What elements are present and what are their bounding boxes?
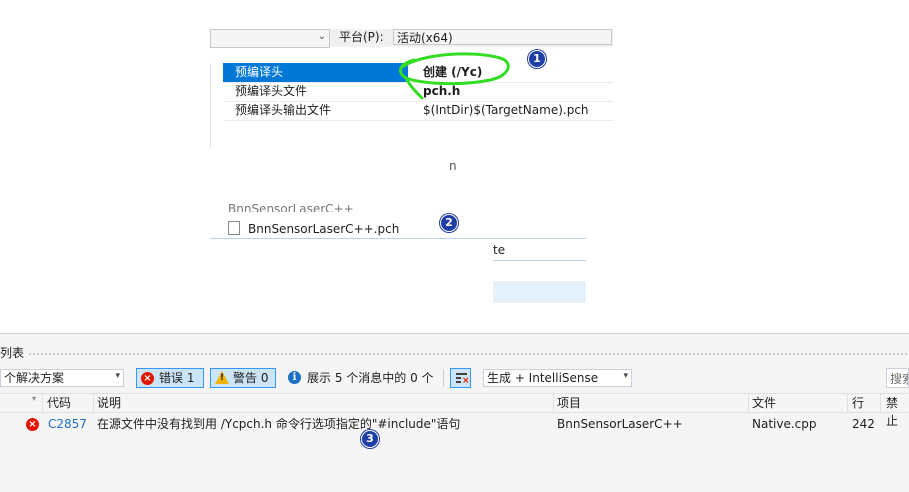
info-icon[interactable]: i bbox=[288, 371, 301, 384]
filter-glyph: ▾ bbox=[32, 394, 37, 403]
error-file: Native.cpp bbox=[752, 417, 817, 431]
errors-count-label: 错误 1 bbox=[159, 371, 195, 385]
filter-button[interactable]: × bbox=[450, 368, 471, 388]
file-item-pch[interactable]: BnnSensorLaserC++.pch bbox=[228, 220, 399, 238]
divider bbox=[493, 260, 586, 261]
column-code[interactable]: 代码 bbox=[47, 394, 71, 412]
chevron-down-icon: ⌄ bbox=[317, 31, 326, 42]
scope-value: 个解决方案 bbox=[4, 371, 65, 385]
file-item-partial: BnnSensorLaserC++ bbox=[228, 202, 354, 212]
table-row[interactable]: × C2857 在源文件中没有找到用 /Ycpch.h 命令行选项指定的"#in… bbox=[0, 414, 909, 434]
build-source-value: 生成 + IntelliSense bbox=[487, 371, 599, 385]
error-grid-header: ▾ 代码 说明 项目 文件 行 禁止 bbox=[0, 393, 909, 428]
step-marker-1: 1 bbox=[528, 50, 546, 68]
search-input[interactable]: 搜索 bbox=[886, 368, 909, 388]
property-row-precompiled-header-output[interactable]: 预编译头输出文件 $(IntDir)$(TargetName).pch bbox=[223, 101, 614, 121]
warnings-filter-button[interactable]: ! 警告 0 bbox=[210, 368, 276, 388]
errors-filter-button[interactable]: × 错误 1 bbox=[136, 368, 204, 388]
filter-icon bbox=[456, 373, 467, 375]
chevron-down-icon: ▾ bbox=[115, 371, 120, 381]
platform-combo[interactable]: 活动(x64) bbox=[393, 29, 612, 45]
panel-grip bbox=[28, 352, 909, 356]
platform-label: 平台(P): bbox=[339, 30, 384, 44]
annotation-circle bbox=[398, 52, 510, 100]
panel-border bbox=[0, 333, 909, 334]
step-marker-2: 2 bbox=[440, 214, 458, 232]
toolbar-separator bbox=[443, 369, 444, 387]
error-project: BnnSensorLaserC++ bbox=[557, 417, 683, 431]
error-line: 242 bbox=[852, 417, 875, 431]
error-description: 在源文件中没有找到用 /Ycpch.h 命令行选项指定的"#include"语句 bbox=[97, 417, 461, 431]
property-name: 预编译头文件 bbox=[235, 84, 308, 98]
build-source-dropdown[interactable]: 生成 + IntelliSense ▾ bbox=[483, 369, 632, 387]
highlight-box bbox=[493, 281, 586, 303]
scope-dropdown[interactable]: 个解决方案 ▾ bbox=[0, 369, 124, 387]
divider bbox=[210, 238, 586, 239]
error-code-link[interactable]: C2857 bbox=[48, 414, 87, 434]
column-description[interactable]: 说明 bbox=[97, 394, 121, 412]
column-line[interactable]: 行 bbox=[852, 394, 864, 412]
partial-text-te: te bbox=[493, 243, 506, 257]
property-name: 预编译头 bbox=[235, 65, 284, 79]
messages-count-label[interactable]: 展示 5 个消息中的 0 个 bbox=[307, 370, 434, 386]
error-icon: × bbox=[141, 372, 154, 385]
step-marker-3: 3 bbox=[361, 430, 379, 448]
file-icon bbox=[228, 221, 240, 235]
configuration-combo[interactable]: ⌄ bbox=[210, 29, 330, 48]
error-icon: × bbox=[26, 418, 39, 431]
warning-icon: ! bbox=[215, 371, 229, 384]
panel-title: 列表 bbox=[0, 346, 25, 360]
file-name: BnnSensorLaserC++.pch bbox=[248, 222, 400, 236]
column-project[interactable]: 项目 bbox=[557, 394, 581, 412]
property-name: 预编译头输出文件 bbox=[235, 103, 332, 117]
warnings-count-label: 警告 0 bbox=[233, 371, 269, 385]
chevron-down-icon: ▾ bbox=[623, 371, 628, 381]
column-file[interactable]: 文件 bbox=[752, 394, 776, 412]
search-placeholder: 搜索 bbox=[890, 372, 908, 386]
partial-text: n bbox=[449, 159, 457, 173]
